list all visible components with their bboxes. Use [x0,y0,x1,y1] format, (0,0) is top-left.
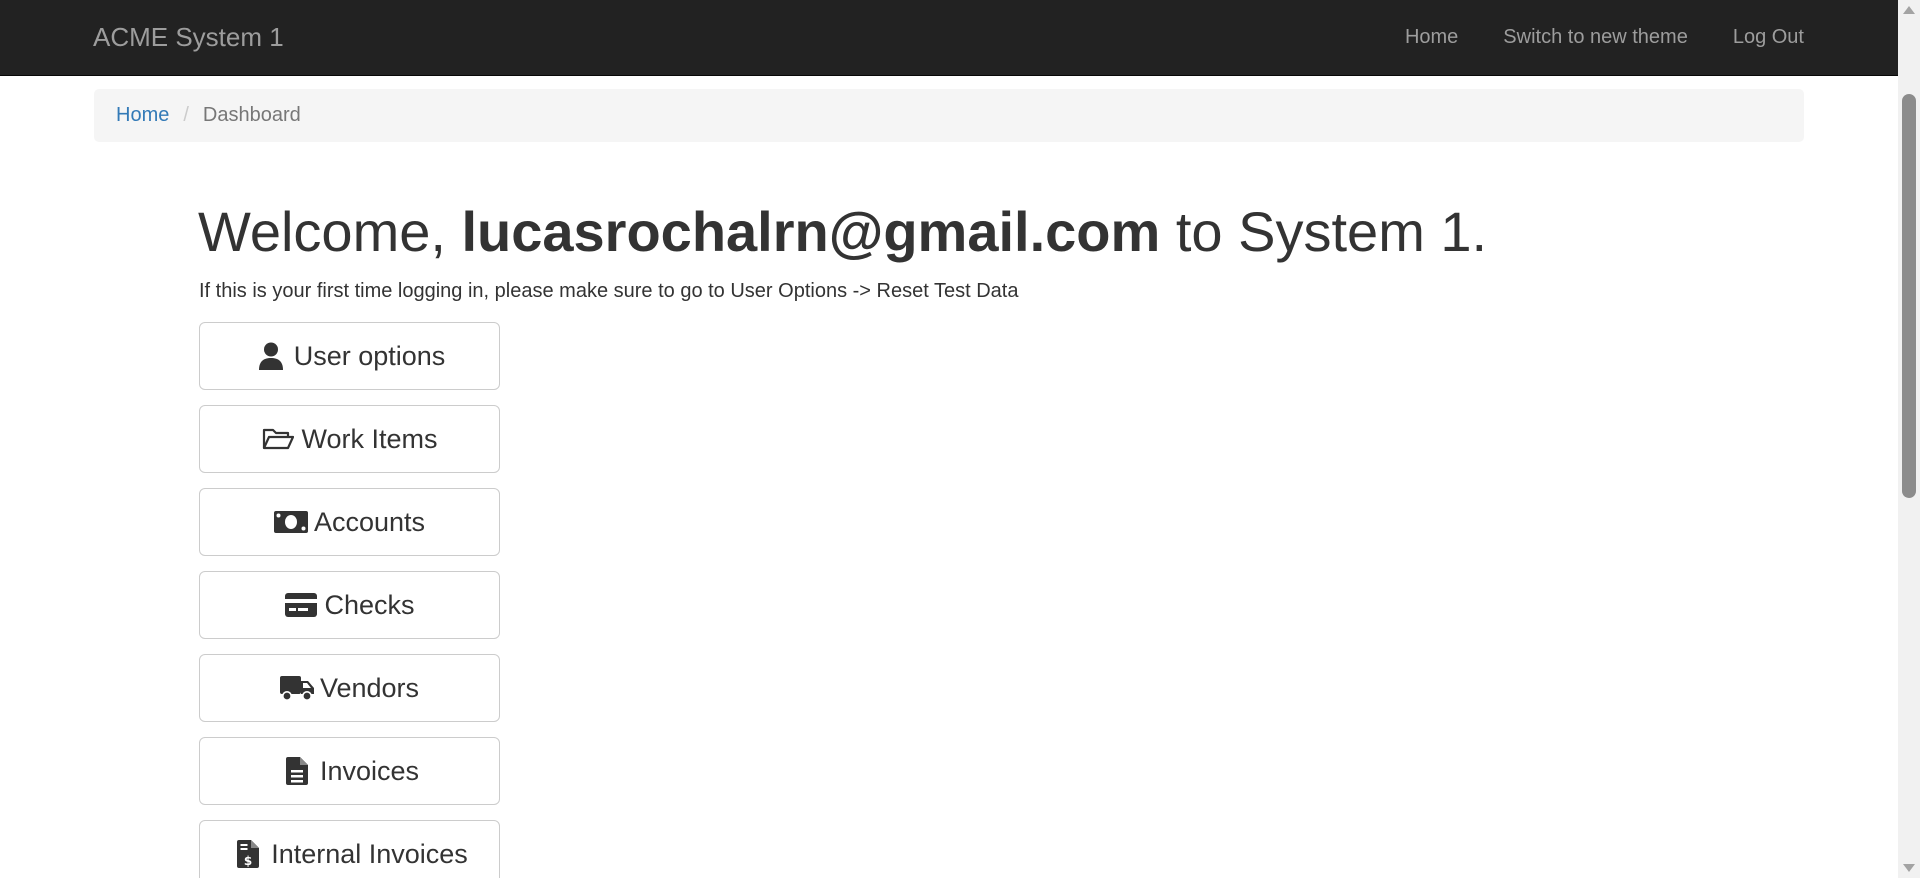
breadcrumb-home-link[interactable]: Home [116,104,169,127]
money-bill-icon [273,507,308,537]
brand-link[interactable]: ACME System 1 [93,22,284,53]
scroll-up-arrow-icon[interactable] [1903,6,1915,14]
nav-logout-link[interactable]: Log Out [1733,26,1804,49]
top-navbar: ACME System 1 Home Switch to new theme L… [0,0,1898,76]
first-login-info: If this is your first time logging in, p… [199,280,1019,302]
vendors-label: Vendors [319,672,420,703]
internal-invoices-button[interactable]: $ Internal Invoices [199,820,500,878]
welcome-heading: Welcome, lucasrochalrn@gmail.com to Syst… [198,196,1487,268]
truck-icon [279,673,314,703]
file-invoice-dollar-icon: $ [231,839,265,869]
invoices-label: Invoices [319,755,420,786]
vendors-button[interactable]: Vendors [199,654,500,722]
page: ACME System 1 Home Switch to new theme L… [0,0,1920,878]
scrollbar-thumb[interactable] [1902,94,1916,498]
work-items-label: Work Items [301,423,438,454]
dashboard-button-list: User options Work Items Accounts Checks [199,322,500,878]
invoices-button[interactable]: Invoices [199,737,500,805]
work-items-button[interactable]: Work Items [199,405,500,473]
folder-open-icon [261,424,295,454]
internal-invoices-label: Internal Invoices [271,838,468,869]
breadcrumb: Home / Dashboard [94,89,1804,142]
user-icon [254,341,288,371]
checks-button[interactable]: Checks [199,571,500,639]
breadcrumb-separator: / [183,104,189,126]
nav-links: Home Switch to new theme Log Out [1405,26,1804,49]
nav-switch-theme-link[interactable]: Switch to new theme [1503,26,1688,49]
svg-text:$: $ [244,854,252,868]
user-email: lucasrochalrn@gmail.com [461,200,1161,263]
checks-label: Checks [324,589,415,620]
user-options-button[interactable]: User options [199,322,500,390]
welcome-suffix: to System 1. [1160,200,1488,263]
accounts-label: Accounts [313,506,426,537]
credit-card-icon [284,590,318,620]
welcome-prefix: Welcome, [198,200,462,263]
file-text-icon [280,756,314,786]
accounts-button[interactable]: Accounts [199,488,500,556]
nav-home-link[interactable]: Home [1405,26,1458,49]
user-options-label: User options [293,340,446,371]
scroll-down-arrow-icon[interactable] [1903,864,1915,872]
breadcrumb-current: Dashboard [202,104,301,126]
vertical-scrollbar[interactable] [1898,0,1920,878]
